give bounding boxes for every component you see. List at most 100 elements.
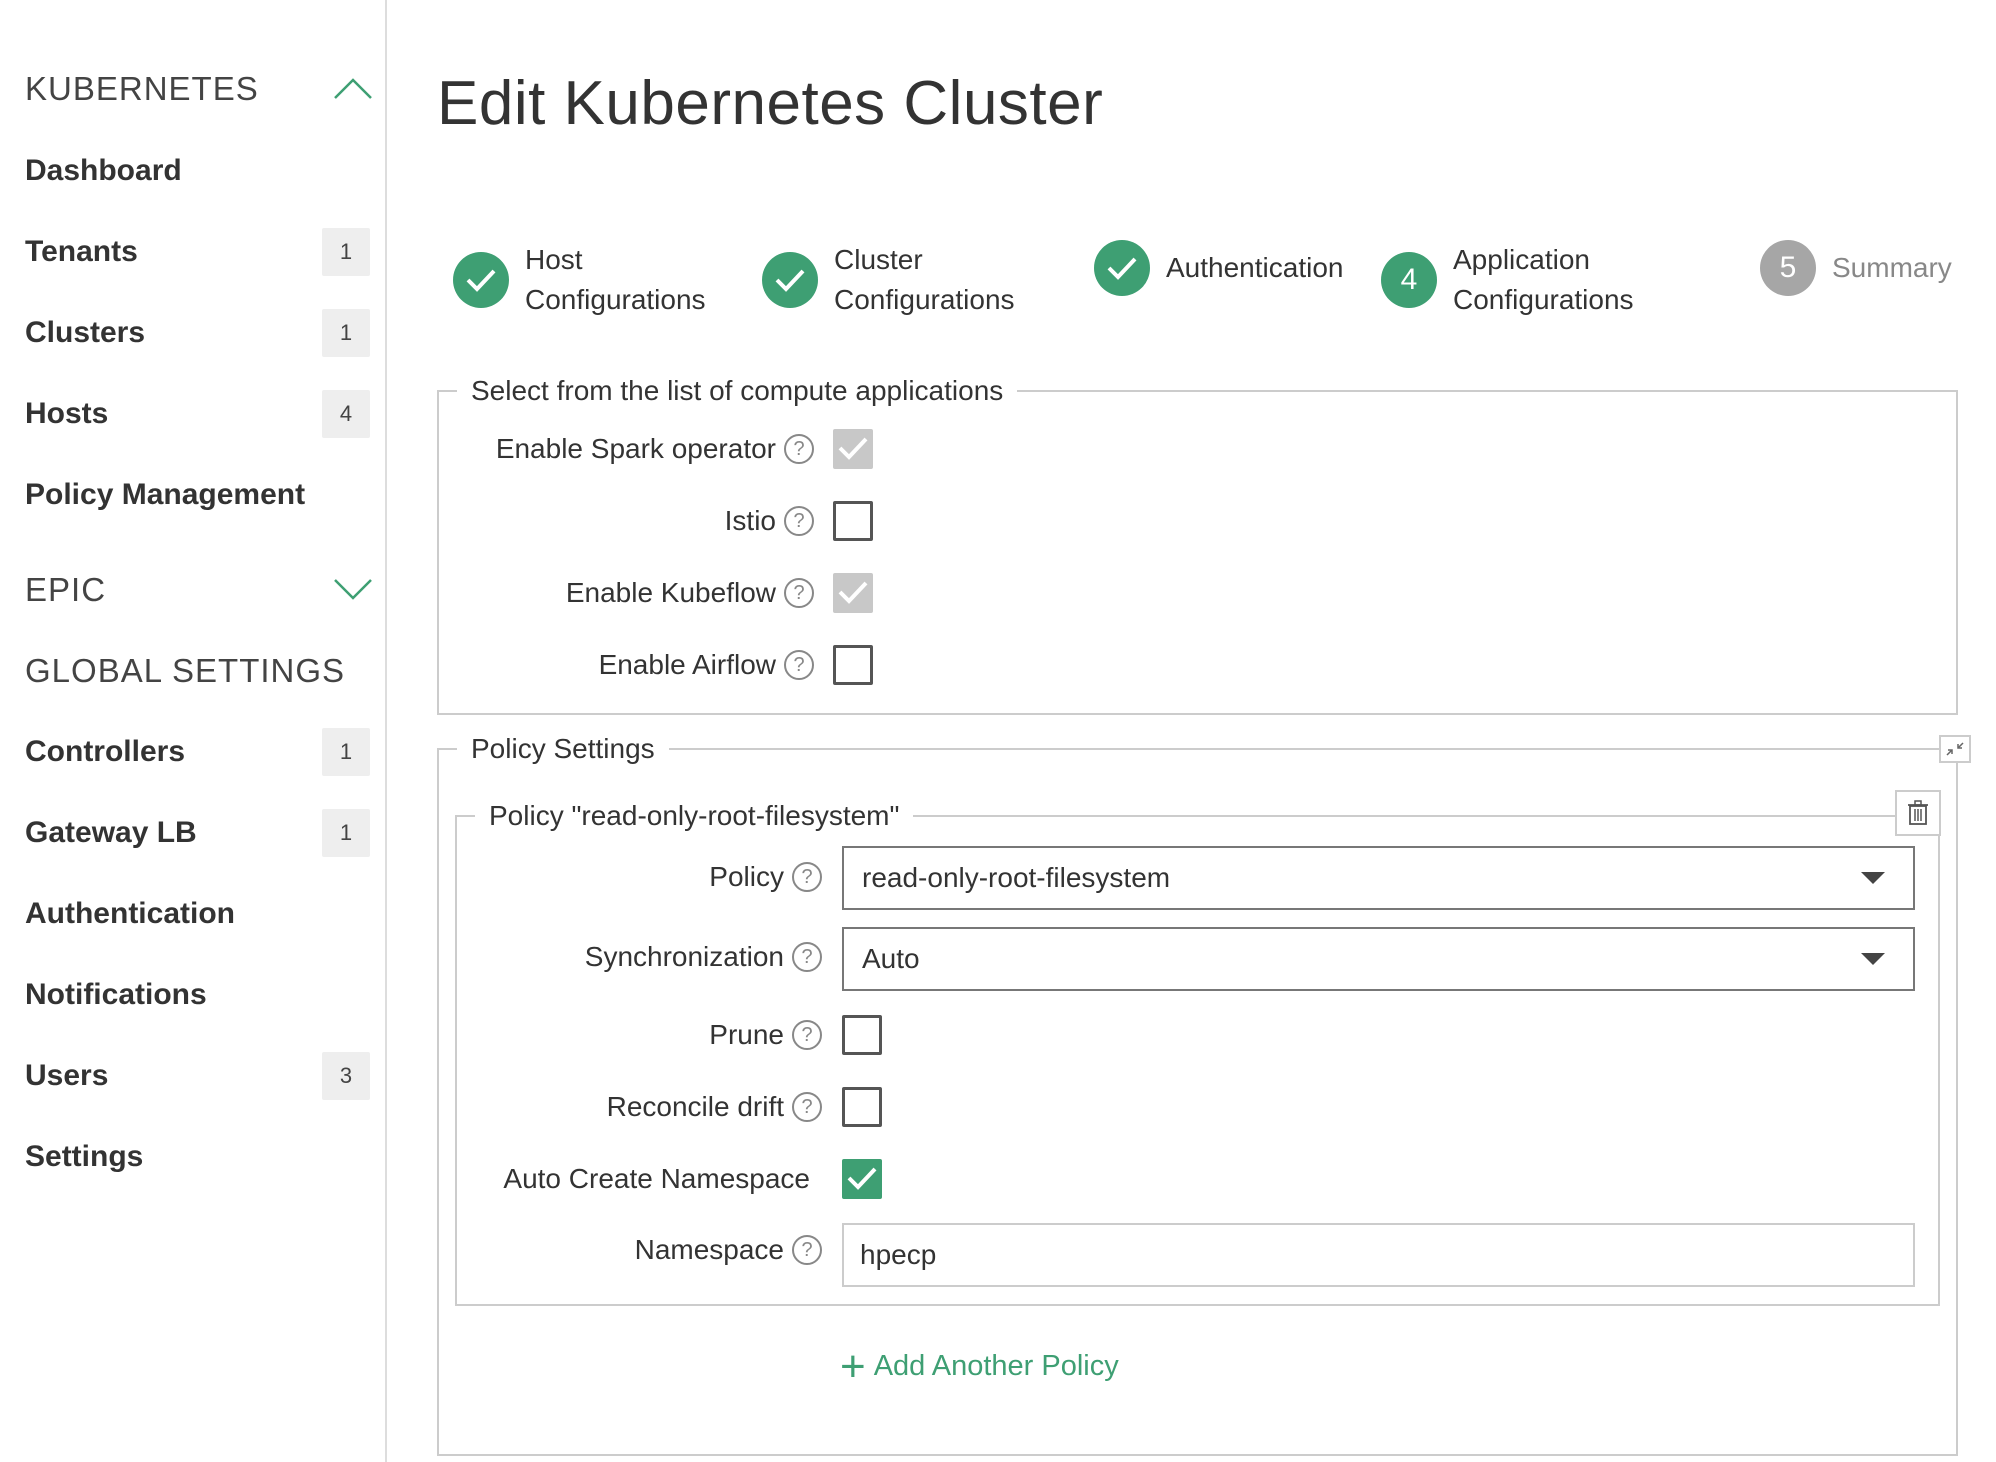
wizard-step-authentication[interactable]: Authentication [1094, 240, 1343, 296]
count-badge: 3 [322, 1052, 370, 1100]
checkmark-icon [838, 437, 868, 460]
wizard-step-summary[interactable]: 5 Summary [1760, 240, 1952, 296]
plus-icon: + [840, 1341, 866, 1391]
question-circle-icon[interactable]: ? [792, 1235, 822, 1265]
label-text: Enable Kubeflow [565, 577, 776, 608]
section-title-global-settings: GLOBAL SETTINGS [25, 652, 346, 689]
airflow-checkbox[interactable] [833, 645, 873, 685]
wizard-step-application-configurations[interactable]: 4 Application Configurations [1381, 240, 1634, 320]
question-circle-icon[interactable]: ? [784, 650, 814, 680]
sidebar-item-clusters[interactable]: Clusters 1 [25, 308, 370, 358]
step-complete-indicator [762, 252, 818, 308]
sidebar-item-gateway-lb[interactable]: Gateway LB 1 [25, 808, 370, 858]
sidebar-item-label: Users [25, 1059, 109, 1092]
question-circle-icon[interactable]: ? [784, 578, 814, 608]
step-number-indicator: 4 [1381, 252, 1437, 308]
label-text: Synchronization [584, 941, 784, 972]
section-title-kubernetes[interactable]: KUBERNETES [25, 70, 259, 108]
select-value: Auto [862, 943, 920, 974]
sidebar-item-dashboard[interactable]: Dashboard [25, 146, 370, 196]
select-value: read-only-root-filesystem [862, 862, 1171, 893]
step-label: Application Configurations [1453, 240, 1634, 320]
question-circle-icon[interactable]: ? [792, 862, 822, 892]
step-label-line1: Cluster [834, 244, 923, 275]
chevron-up-icon[interactable] [333, 76, 373, 100]
kubeflow-label: Enable Kubeflow ? [440, 573, 814, 613]
step-label-line2: Configurations [834, 284, 1015, 315]
question-circle-icon[interactable]: ? [784, 434, 814, 464]
checkmark-icon [1107, 257, 1137, 280]
step-label: Cluster Configurations [834, 240, 1015, 320]
sidebar-item-label: Notifications [25, 978, 207, 1011]
spark-operator-label: Enable Spark operator ? [440, 429, 814, 469]
sidebar-item-users[interactable]: Users 3 [25, 1051, 370, 1101]
label-text: Reconcile drift [606, 1091, 784, 1122]
step-label-line1: Authentication [1166, 252, 1344, 283]
label-text: Enable Spark operator [495, 433, 776, 464]
sidebar-item-policy-management[interactable]: Policy Management [25, 470, 370, 520]
chevron-down-icon [1861, 953, 1885, 965]
sidebar-item-controllers[interactable]: Controllers 1 [25, 727, 370, 777]
step-label: Host Configurations [525, 240, 706, 320]
prune-label: Prune ? [460, 1015, 822, 1055]
question-circle-icon[interactable]: ? [792, 1092, 822, 1122]
add-policy-label: Add Another Policy [873, 1350, 1119, 1382]
question-circle-icon[interactable]: ? [792, 1020, 822, 1050]
count-badge: 1 [322, 728, 370, 776]
collapse-button[interactable] [1939, 735, 1971, 763]
istio-label: Istio ? [440, 501, 814, 541]
step-label-line2: Configurations [1453, 284, 1634, 315]
label-text: Policy [709, 861, 784, 892]
sidebar: KUBERNETES Dashboard Tenants 1 Clusters … [0, 0, 387, 1462]
policy-label: Policy ? [460, 857, 822, 897]
spark-operator-checkbox[interactable] [833, 429, 873, 469]
sidebar-item-label: Policy Management [25, 478, 306, 511]
count-badge: 1 [322, 228, 370, 276]
step-complete-indicator [1094, 240, 1150, 296]
compute-applications-legend: Select from the list of compute applicat… [471, 375, 1004, 406]
sidebar-item-label: Settings [25, 1140, 144, 1173]
prune-checkbox[interactable] [842, 1015, 882, 1055]
synchronization-select[interactable]: Auto [842, 927, 1915, 991]
page-title: Edit Kubernetes Cluster [437, 69, 1104, 138]
sidebar-item-authentication[interactable]: Authentication [25, 889, 370, 939]
auto-create-namespace-label: Auto Create Namespace [460, 1159, 810, 1199]
wizard-step-cluster-configurations[interactable]: Cluster Configurations [762, 240, 1015, 320]
policy-select[interactable]: read-only-root-filesystem [842, 846, 1915, 910]
sidebar-item-notifications[interactable]: Notifications [25, 970, 370, 1020]
chevron-down-icon [1861, 872, 1885, 884]
sidebar-item-hosts[interactable]: Hosts 4 [25, 389, 370, 439]
step-number-indicator: 5 [1760, 240, 1816, 296]
synchronization-label: Synchronization ? [460, 937, 822, 977]
policy-legend: Policy "read-only-root-filesystem" [489, 800, 900, 831]
label-text: Auto Create Namespace [503, 1163, 810, 1194]
label-text: Namespace [634, 1234, 784, 1265]
sidebar-item-settings[interactable]: Settings [25, 1132, 370, 1182]
question-circle-icon[interactable]: ? [784, 506, 814, 536]
checkmark-icon [838, 581, 868, 604]
reconcile-drift-label: Reconcile drift ? [460, 1087, 822, 1127]
kubeflow-checkbox[interactable] [833, 573, 873, 613]
sidebar-item-label: Hosts [25, 397, 109, 430]
checkmark-icon [466, 269, 496, 292]
reconcile-drift-checkbox[interactable] [842, 1087, 882, 1127]
step-label: Summary [1832, 248, 1952, 288]
section-title-epic[interactable]: EPIC [25, 571, 106, 609]
sidebar-item-label: Clusters [25, 316, 146, 349]
checkmark-icon [775, 269, 805, 292]
trash-icon [1908, 800, 1928, 825]
step-label-line1: Host [525, 244, 583, 275]
add-another-policy-link[interactable]: + Add Another Policy [840, 1341, 1119, 1391]
sidebar-item-label: Controllers [25, 735, 186, 768]
question-circle-icon[interactable]: ? [792, 942, 822, 972]
wizard-step-host-configurations[interactable]: Host Configurations [453, 240, 706, 320]
auto-create-namespace-checkbox[interactable] [842, 1159, 882, 1199]
sidebar-item-tenants[interactable]: Tenants 1 [25, 227, 370, 277]
delete-policy-button[interactable] [1895, 790, 1941, 836]
step-label-line2: Configurations [525, 284, 706, 315]
namespace-label: Namespace ? [460, 1230, 822, 1270]
namespace-input[interactable] [842, 1223, 1915, 1287]
sidebar-item-label: Dashboard [25, 154, 182, 187]
chevron-down-icon[interactable] [333, 578, 373, 602]
istio-checkbox[interactable] [833, 501, 873, 541]
